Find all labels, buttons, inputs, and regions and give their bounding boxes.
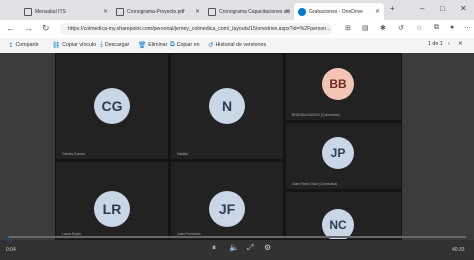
share-label: Compartir: [15, 42, 39, 48]
close-viewer-icon[interactable]: ✕: [458, 41, 462, 47]
extension-icon[interactable]: ⊞: [345, 24, 351, 32]
close-icon[interactable]: ✕: [285, 8, 290, 15]
new-tab-icon[interactable]: +: [390, 4, 395, 13]
trash-icon: 🗑: [138, 42, 147, 49]
video-stage[interactable]: CG Camila Gomez N Natalia BB BRENDA BUEN…: [55, 53, 402, 240]
avatar: N: [209, 88, 245, 124]
version-history-button[interactable]: ↺ Historial de versiones: [208, 41, 266, 49]
tab-grabaciones-onedrive[interactable]: Grabaciones - OneDrive ✕: [294, 3, 384, 20]
page-icon: [24, 7, 32, 16]
close-window-button[interactable]: ✕: [460, 4, 467, 13]
tab-label: Mensabul ITS: [35, 8, 66, 15]
participant-name: Natalia: [177, 152, 188, 156]
tab-label: Grabaciones - OneDrive: [309, 8, 363, 15]
tab-label: Cronograma-Proyecto.pdf: [127, 8, 185, 15]
avatar: NC: [322, 209, 354, 239]
right-panel: [402, 53, 474, 260]
participant-name: BRENDA BUENO (Colmedica): [292, 113, 340, 117]
copy-link-label: Copiar vínculo: [62, 42, 97, 48]
page-icon: [208, 7, 216, 16]
participant-tile: N Natalia: [171, 54, 283, 159]
download-label: Descargar: [104, 42, 130, 48]
page-icon: [116, 7, 124, 16]
close-icon[interactable]: ✕: [375, 8, 380, 15]
volume-icon[interactable]: 🔈: [229, 243, 239, 252]
url-field[interactable]: https://colmedica-my.sharepoint.com/pers…: [60, 23, 332, 35]
maximize-button[interactable]: □: [440, 4, 445, 13]
fullscreen-icon[interactable]: ⤢: [247, 243, 253, 253]
elapsed-time: 0:04: [6, 247, 16, 253]
forward-icon[interactable]: →: [24, 23, 33, 33]
delete-button[interactable]: 🗑 Eliminar: [138, 41, 167, 49]
collections-icon[interactable]: ⧉: [434, 24, 439, 32]
participant-tile: LR Laura Rojas: [56, 162, 168, 239]
seek-bar[interactable]: [8, 236, 466, 238]
profile-icon[interactable]: ●: [450, 24, 454, 31]
tab-cronograma-capacitaciones[interactable]: Cronograma Capacitaciones sin ✕: [204, 3, 294, 20]
favorite-icon[interactable]: ☆: [416, 24, 422, 32]
download-button[interactable]: ⤓ Descargar: [100, 41, 129, 49]
history-icon: ↺: [208, 42, 214, 49]
pause-icon[interactable]: ⏸: [212, 243, 216, 253]
address-bar: ← → ↻ https://colmedica-my.sharepoint.co…: [0, 20, 474, 39]
puzzle-icon[interactable]: ✱: [380, 24, 386, 32]
close-icon[interactable]: ✕: [103, 8, 108, 15]
seek-handle[interactable]: ○: [8, 236, 13, 245]
previous-icon[interactable]: ‹: [448, 41, 450, 47]
file-toolbar: ⇪ Compartir ⛓ Copiar vínculo ⤓ Descargar…: [0, 38, 474, 54]
tab-cronograma-proyecto[interactable]: Cronograma-Proyecto.pdf ✕: [112, 3, 204, 20]
refresh-icon[interactable]: ↻: [42, 23, 50, 34]
share-button[interactable]: ⇪ Compartir: [8, 41, 39, 49]
delete-label: Eliminar: [148, 42, 168, 48]
participant-tile: BB BRENDA BUENO (Colmedica): [286, 54, 401, 120]
download-icon: ⤓: [100, 41, 103, 48]
version-history-label: Historial de versiones: [215, 42, 267, 48]
total-time: 40:33: [452, 247, 465, 253]
copy-to-label: Copiar en: [176, 42, 200, 48]
settings-icon[interactable]: ⚙: [264, 243, 271, 252]
minimize-button[interactable]: –: [420, 4, 424, 13]
reader-icon[interactable]: ▤: [362, 24, 369, 32]
avatar: BB: [322, 68, 354, 100]
participant-tile: JF Juan Fernando: [171, 162, 283, 239]
avatar: JP: [322, 137, 354, 169]
copy-to-button[interactable]: ⧉ Copiar en: [170, 41, 200, 49]
menu-icon[interactable]: ⋯: [464, 24, 471, 32]
left-panel: [0, 53, 55, 260]
avatar: CG: [94, 88, 130, 124]
participant-tile: NC: [286, 192, 401, 239]
copy-icon: ⧉: [170, 41, 175, 48]
close-icon[interactable]: ✕: [195, 8, 200, 15]
tab-label: Cronograma Capacitaciones sin: [219, 8, 291, 15]
participant-name: Juan Pablo Diaz (Colmedica): [292, 182, 338, 186]
participant-tile: CG Camila Gomez: [56, 54, 168, 159]
share-icon: ⇪: [8, 42, 14, 49]
page-count: 1 de 1: [428, 41, 443, 47]
tab-mensabul[interactable]: Mensabul ITS ✕: [20, 3, 112, 20]
browser-tab-bar: Mensabul ITS ✕ Cronograma-Proyecto.pdf ✕…: [0, 0, 474, 20]
copy-link-button[interactable]: ⛓ Copiar vínculo: [52, 41, 96, 49]
avatar: LR: [94, 191, 130, 227]
back-icon[interactable]: ←: [6, 23, 15, 33]
onedrive-icon: [298, 7, 306, 16]
link-icon: ⛓: [52, 42, 61, 49]
participant-name: Camila Gomez: [62, 152, 86, 156]
refresh-icon-2[interactable]: ↺: [398, 24, 404, 32]
participant-tile: JP Juan Pablo Diaz (Colmedica): [286, 123, 401, 189]
avatar: JF: [209, 191, 245, 227]
